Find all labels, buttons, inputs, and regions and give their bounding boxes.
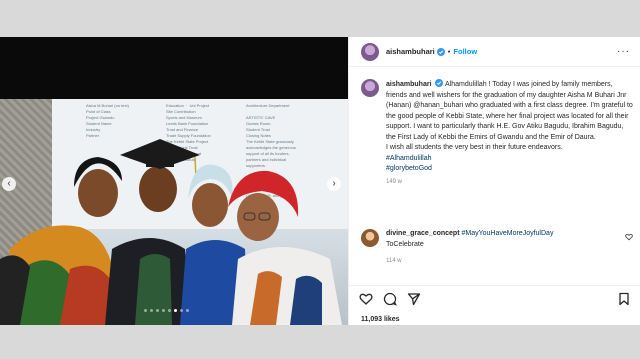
carousel-dot bbox=[186, 309, 189, 312]
caption-timestamp[interactable]: 149 w bbox=[386, 179, 633, 185]
like-count[interactable]: 11,093 likes bbox=[361, 316, 400, 323]
caption-line: people of Kebbi State, where her final p… bbox=[415, 112, 613, 120]
caption-line: Alhamdulillah ! Today I was joined by fa… bbox=[445, 81, 580, 88]
post-actions: 11,093 likes bbox=[349, 285, 640, 325]
comment-icon[interactable] bbox=[383, 292, 397, 306]
comment-avatar[interactable] bbox=[361, 229, 379, 247]
photo-scene: Aisha M Buhari (no text) Point of Class … bbox=[0, 99, 348, 325]
comment-item: divine_grace_concept #MayYouHaveMoreJoyf… bbox=[361, 229, 633, 267]
more-options-icon[interactable]: ··· bbox=[617, 46, 630, 57]
comment-body: ToCelebrate bbox=[386, 240, 424, 248]
carousel-dot bbox=[168, 309, 171, 312]
carousel-dot bbox=[156, 309, 159, 312]
comment-like-icon[interactable] bbox=[625, 233, 633, 241]
comment-text: divine_grace_concept #MayYouHaveMoreJoyf… bbox=[386, 229, 622, 267]
photo-people bbox=[0, 139, 342, 325]
bookmark-icon[interactable] bbox=[617, 292, 631, 306]
carousel-indicator bbox=[144, 309, 189, 312]
share-icon[interactable] bbox=[407, 292, 421, 306]
comment-timestamp[interactable]: 114 w bbox=[386, 256, 622, 267]
caption-text: aishambuhari Alhamdulillah ! Today I was… bbox=[386, 79, 633, 175]
verified-badge-icon bbox=[436, 47, 445, 56]
post-side-panel: aishambuhari • Follow ··· aishambuhari A… bbox=[348, 37, 640, 325]
carousel-dot bbox=[144, 309, 147, 312]
caption-username[interactable]: aishambuhari bbox=[386, 81, 432, 88]
previous-photo-button[interactable]: ‹ bbox=[2, 177, 16, 191]
caption-line: I wish all students the very best in the… bbox=[386, 144, 563, 151]
carousel-dot bbox=[162, 309, 165, 312]
comment-username[interactable]: divine_grace_concept bbox=[386, 230, 460, 237]
header-separator: • bbox=[447, 47, 451, 56]
comment-hashtag[interactable]: #MayYouHaveMoreJoyfulDay bbox=[461, 230, 553, 237]
avatar[interactable] bbox=[361, 42, 379, 61]
follow-button[interactable]: Follow bbox=[453, 47, 477, 56]
hashtag-link[interactable]: #glorybetoGod bbox=[386, 165, 432, 172]
verified-badge-icon bbox=[435, 79, 444, 87]
header-username[interactable]: aishambuhari bbox=[386, 47, 435, 56]
caption-avatar[interactable] bbox=[361, 79, 379, 97]
post-modal: Aisha M Buhari (no text) Point of Class … bbox=[0, 37, 640, 325]
next-photo-button[interactable]: › bbox=[327, 177, 341, 191]
post-header: aishambuhari • Follow bbox=[349, 37, 640, 67]
post-caption: aishambuhari Alhamdulillah ! Today I was… bbox=[361, 79, 633, 185]
carousel-dot bbox=[150, 309, 153, 312]
carousel-dot bbox=[180, 309, 183, 312]
post-photo: Aisha M Buhari (no text) Point of Class … bbox=[0, 37, 348, 325]
hashtag-link[interactable]: #Alhamdulillah bbox=[386, 155, 432, 162]
like-heart-icon[interactable] bbox=[359, 292, 373, 306]
carousel-dot-active bbox=[174, 309, 177, 312]
caption-line: the Emir of Daura. bbox=[538, 133, 596, 141]
